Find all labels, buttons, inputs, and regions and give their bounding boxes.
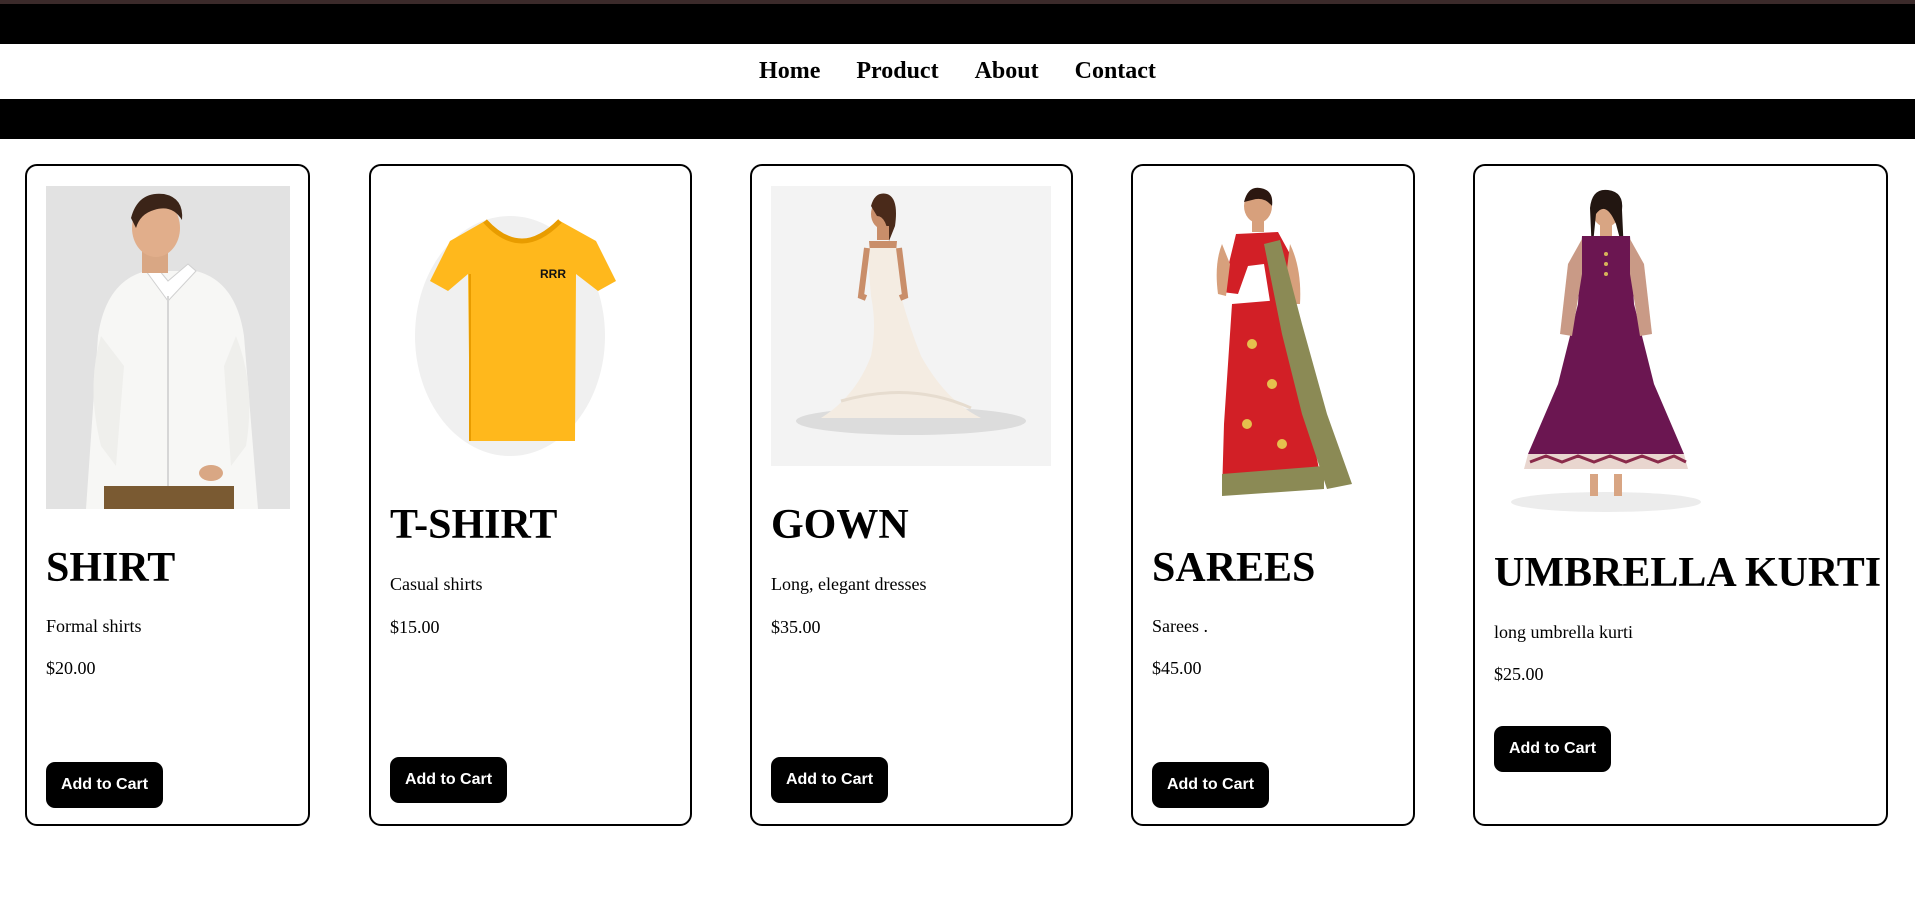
product-price: $15.00 [390, 617, 440, 637]
nav-contact-link[interactable]: Contact [1075, 58, 1156, 85]
gown-photo [771, 186, 1051, 466]
product-price: $25.00 [1494, 664, 1544, 684]
product-card-tshirt: RRR T-SHIRT Casual shirts $15.00 Add to … [369, 164, 692, 826]
product-description: long umbrella kurti [1494, 622, 1633, 642]
shirt-photo [46, 186, 290, 509]
product-card-gown: GOWN Long, elegant dresses $35.00 Add to… [750, 164, 1073, 826]
header-black-band [0, 99, 1915, 139]
svg-text:RRR: RRR [540, 267, 566, 281]
add-to-cart-button[interactable]: Add to Cart [390, 757, 507, 803]
top-black-bar [0, 0, 1915, 44]
add-to-cart-button[interactable]: Add to Cart [1494, 726, 1611, 772]
tshirt-photo: RRR [390, 186, 670, 466]
product-price: $45.00 [1152, 658, 1202, 678]
product-description: Formal shirts [46, 616, 142, 636]
nav-about-link[interactable]: About [975, 58, 1039, 85]
product-price: $35.00 [771, 617, 821, 637]
kurti-photo [1494, 184, 1724, 514]
product-card-sarees: SAREES Sarees . $45.00 Add to Cart [1131, 164, 1415, 826]
product-title: SAREES [1152, 545, 1316, 591]
product-title: SHIRT [46, 545, 176, 591]
nav-home-link[interactable]: Home [759, 58, 820, 85]
nav-product-link[interactable]: Product [856, 58, 938, 85]
product-title: GOWN [771, 502, 909, 548]
add-to-cart-button[interactable]: Add to Cart [771, 757, 888, 803]
product-description: Casual shirts [390, 574, 483, 594]
product-description: Long, elegant dresses [771, 574, 927, 594]
add-to-cart-button[interactable]: Add to Cart [1152, 762, 1269, 808]
product-title: UMBRELLA KURTI [1494, 550, 1882, 596]
saree-photo [1152, 184, 1396, 509]
product-card-shirt: SHIRT Formal shirts $20.00 Add to Cart [25, 164, 310, 826]
add-to-cart-button[interactable]: Add to Cart [46, 762, 163, 808]
product-title: T-SHIRT [390, 502, 558, 548]
product-description: Sarees . [1152, 616, 1208, 636]
product-price: $20.00 [46, 658, 96, 678]
main-navigation: Home Product About Contact [0, 44, 1915, 99]
product-card-umbrella-kurti: UMBRELLA KURTI long umbrella kurti $25.0… [1473, 164, 1888, 826]
